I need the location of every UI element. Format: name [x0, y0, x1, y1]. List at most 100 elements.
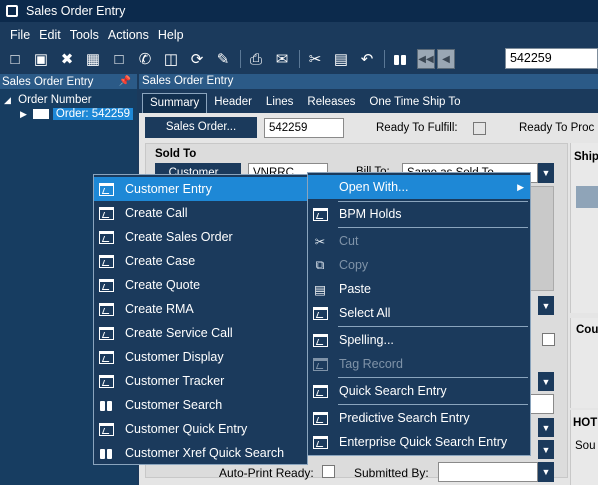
menu-bar: File Edit Tools Actions Help [0, 26, 598, 44]
first-record-icon[interactable]: ◀◀ [417, 49, 435, 69]
tree-child-label[interactable]: Order: 542259 [52, 108, 134, 120]
auto-print-label: Auto-Print Ready: [219, 466, 314, 480]
tab-summary[interactable]: Summary [142, 93, 208, 113]
window-icon [312, 384, 328, 398]
collapse-icon[interactable]: ▶ [20, 109, 27, 120]
print-icon[interactable]: ⎙ [247, 50, 265, 68]
undo-icon[interactable]: ↶ [358, 50, 376, 68]
bill-to-dropdown-icon[interactable]: ▼ [538, 163, 554, 183]
menu-item-create-rma[interactable]: Create RMA [94, 297, 307, 321]
sales-order-button[interactable]: Sales Order... [145, 117, 257, 138]
ready-to-process-label: Ready To Proc [519, 122, 595, 134]
ship-button[interactable] [576, 186, 598, 208]
menu-item-enterprise-quick-search-entry[interactable]: Enterprise Quick Search Entry [308, 430, 530, 454]
menu-item-quick-search-entry[interactable]: Quick Search Entry [308, 379, 530, 403]
toolbar-separator [299, 50, 300, 68]
prev-record-icon[interactable]: ◀ [437, 49, 455, 69]
phone-icon[interactable]: ✆ [136, 50, 154, 68]
tab-strip: Summary Header Lines Releases One Time S… [139, 91, 598, 113]
window-icon [312, 435, 328, 449]
dropdown-icon[interactable]: ▼ [538, 372, 554, 391]
broom-icon[interactable]: ✎ [214, 50, 232, 68]
tab-one-time-ship-to[interactable]: One Time Ship To [362, 93, 467, 113]
tree-root[interactable]: ◢ Order Number [4, 94, 92, 106]
menu-item-create-sales-order[interactable]: Create Sales Order [94, 225, 307, 249]
dropdown-icon[interactable]: ▼ [538, 296, 554, 315]
menu-item-select-all[interactable]: Select All [308, 301, 530, 325]
dropdown-icon[interactable]: ▼ [538, 418, 554, 437]
window-icon [312, 333, 328, 347]
window-icon [98, 254, 114, 268]
window-icon [98, 182, 114, 196]
dropdown-icon[interactable]: ▼ [538, 440, 554, 459]
app-logo-icon [6, 5, 18, 17]
delete-icon[interactable]: ✖ [58, 50, 76, 68]
option-checkbox[interactable] [542, 333, 555, 346]
menu-item-customer-xref-quick-search[interactable]: Customer Xref Quick Search [94, 441, 307, 465]
paste-icon[interactable]: ▤ [332, 50, 350, 68]
toolbar-separator [240, 50, 241, 68]
menu-item-customer-tracker[interactable]: Customer Tracker [94, 369, 307, 393]
tab-releases[interactable]: Releases [300, 93, 362, 113]
clear-icon[interactable]: □ [110, 50, 128, 68]
menu-edit[interactable]: Edit [39, 28, 61, 42]
menu-item-cut[interactable]: ✂ Cut [308, 229, 530, 253]
menu-item-customer-display[interactable]: Customer Display [94, 345, 307, 369]
submitted-by-label: Submitted By: [354, 466, 429, 480]
binoculars-icon [99, 399, 113, 412]
menu-file[interactable]: File [10, 28, 30, 42]
menu-item-create-call[interactable]: Create Call [94, 201, 307, 225]
open-with-submenu: Customer Entry Create Call Create Sales … [93, 174, 308, 465]
email-icon[interactable]: ✉ [273, 50, 291, 68]
tab-lines[interactable]: Lines [259, 93, 301, 113]
submitted-by-dropdown-icon[interactable]: ▼ [538, 462, 554, 482]
field-input[interactable] [528, 394, 554, 414]
menu-separator [338, 326, 528, 327]
menu-item-predictive-search-entry[interactable]: Predictive Search Entry [308, 406, 530, 430]
tab-header[interactable]: Header [207, 93, 259, 113]
copy-icon: ⧉ [315, 257, 325, 272]
sales-order-input[interactable]: 542259 [264, 118, 344, 138]
title-bar: Sales Order Entry [0, 0, 598, 22]
refresh-icon[interactable]: ▦ [84, 50, 102, 68]
window-icon [312, 411, 328, 425]
tree-child[interactable]: ▶ Order: 542259 [20, 108, 134, 120]
menu-help[interactable]: Help [158, 28, 184, 42]
menu-actions[interactable]: Actions [108, 28, 149, 42]
sync-icon[interactable]: ⟳ [188, 50, 206, 68]
menu-item-spelling[interactable]: Spelling... [308, 328, 530, 352]
save-icon[interactable]: ▣ [32, 50, 50, 68]
window-icon [98, 326, 114, 340]
menu-item-tag-record[interactable]: Tag Record [308, 352, 530, 376]
new-icon[interactable]: □ [6, 50, 24, 68]
attach-icon[interactable]: ◫ [162, 50, 180, 68]
menu-item-create-quote[interactable]: Create Quote [94, 273, 307, 297]
menu-item-customer-entry[interactable]: Customer Entry [94, 177, 307, 201]
paste-icon: ▤ [314, 282, 326, 297]
window-icon [98, 350, 114, 364]
menu-tools[interactable]: Tools [70, 28, 99, 42]
menu-item-bpm-holds[interactable]: BPM Holds [308, 202, 530, 226]
ready-to-fulfill-checkbox[interactable] [473, 122, 486, 135]
window-icon [98, 206, 114, 220]
ship-label: Ship [574, 151, 598, 163]
menu-item-customer-search[interactable]: Customer Search [94, 393, 307, 417]
menu-item-create-service-call[interactable]: Create Service Call [94, 321, 307, 345]
pin-icon[interactable]: 📌 [119, 76, 131, 87]
menu-item-copy[interactable]: ⧉ Copy [308, 253, 530, 277]
expand-icon[interactable]: ◢ [4, 95, 11, 105]
submitted-by-select[interactable] [438, 462, 538, 482]
cut-icon[interactable]: ✂ [306, 50, 324, 68]
menu-item-create-case[interactable]: Create Case [94, 249, 307, 273]
menu-item-open-with[interactable]: Open With... ▶ [308, 175, 530, 199]
ready-to-fulfill-label: Ready To Fulfill: [376, 122, 458, 134]
window-icon [98, 302, 114, 316]
search-binoculars-icon[interactable] [391, 50, 409, 68]
left-panel-header: Sales Order Entry 📌 [0, 74, 137, 89]
menu-item-customer-quick-entry[interactable]: Customer Quick Entry [94, 417, 307, 441]
window-icon [312, 207, 328, 221]
folder-icon [32, 109, 49, 119]
auto-print-checkbox[interactable] [322, 465, 335, 478]
menu-item-paste[interactable]: ▤ Paste [308, 277, 530, 301]
record-search-input[interactable]: 542259 [505, 48, 598, 69]
